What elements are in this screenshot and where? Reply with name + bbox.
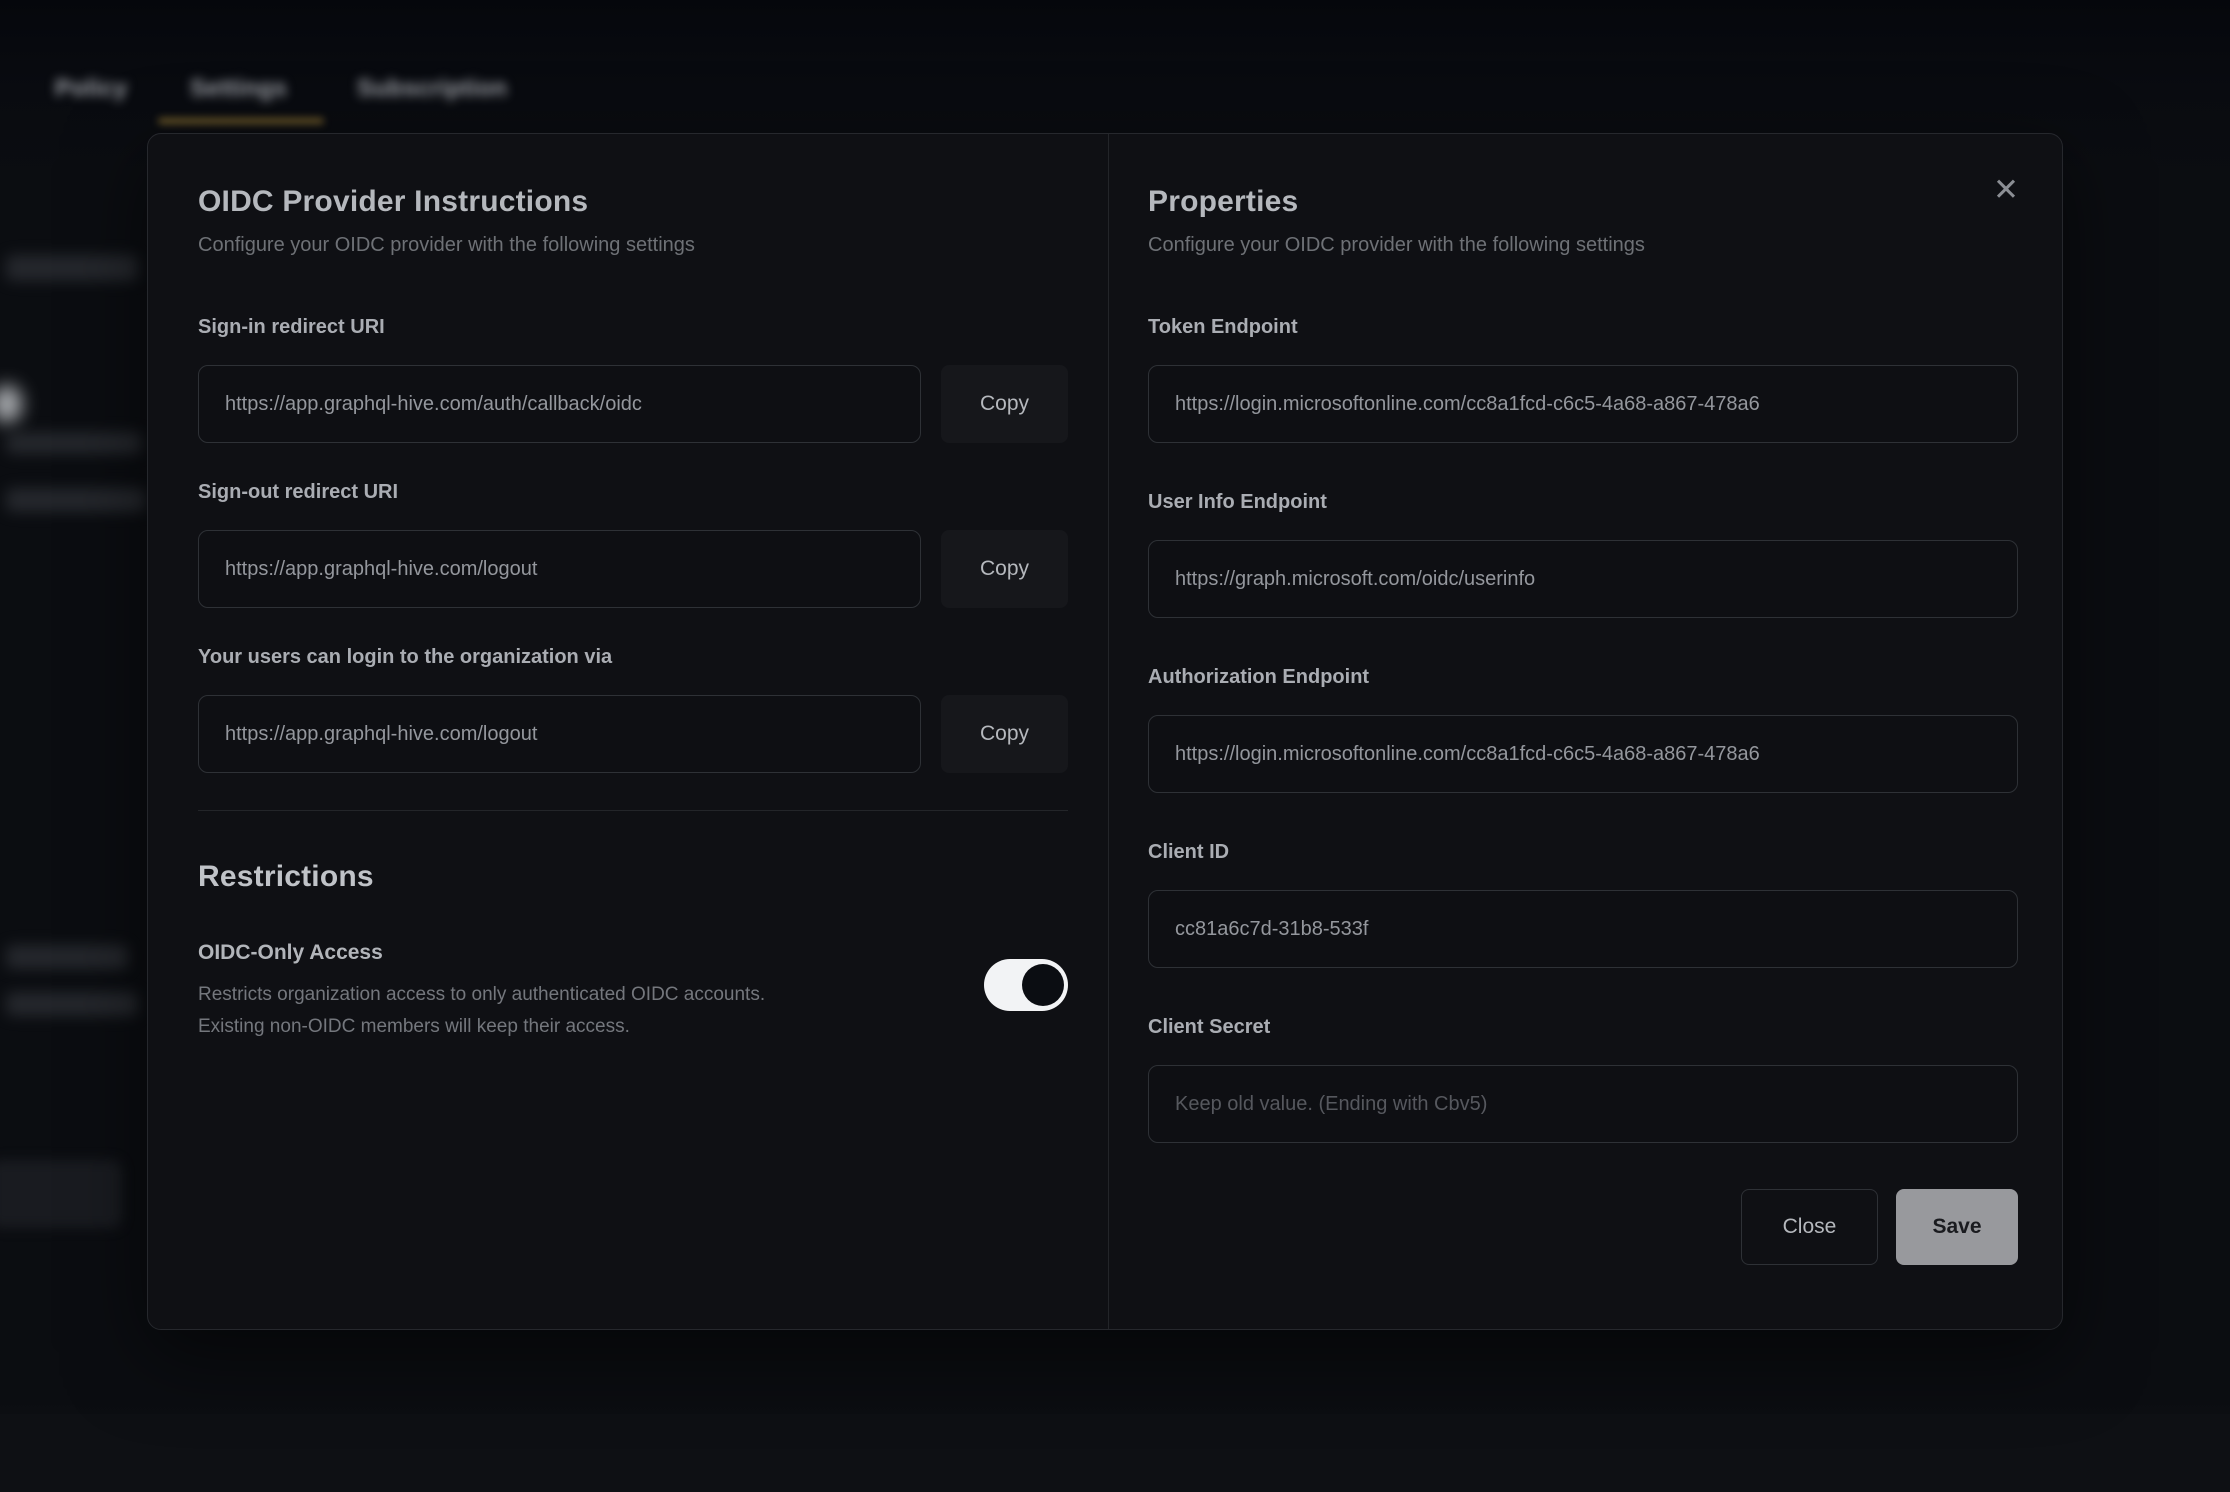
active-tab-underline bbox=[158, 118, 324, 124]
blurred-glow-dot bbox=[0, 385, 22, 423]
authorization-endpoint-input[interactable] bbox=[1148, 715, 2018, 793]
client-secret-input[interactable] bbox=[1148, 1065, 2018, 1143]
token-endpoint-label: Token Endpoint bbox=[1148, 315, 2018, 339]
sign-in-redirect-uri-label: Sign-in redirect URI bbox=[198, 315, 1068, 339]
toggle-thumb bbox=[1022, 964, 1064, 1006]
token-endpoint-input[interactable] bbox=[1148, 365, 2018, 443]
bottom-band bbox=[0, 1414, 2230, 1492]
background-tab-bar: Policy Settings Subscription bbox=[0, 0, 2230, 133]
modal-footer-buttons: Close Save bbox=[1148, 1189, 2018, 1265]
blurred-text-placeholder bbox=[6, 255, 138, 281]
copy-button[interactable]: Copy bbox=[941, 365, 1068, 443]
pane-subtitle: Configure your OIDC provider with the fo… bbox=[1148, 232, 2018, 259]
copy-button[interactable]: Copy bbox=[941, 530, 1068, 608]
blurred-background-button bbox=[0, 1160, 122, 1228]
client-id-label: Client ID bbox=[1148, 840, 2018, 864]
blurred-text-placeholder bbox=[6, 992, 138, 1016]
page-background: Policy Settings Subscription ✕ OIDC Prov… bbox=[0, 0, 2230, 1492]
sign-in-redirect-uri-input[interactable] bbox=[198, 365, 921, 443]
oidc-settings-modal: ✕ OIDC Provider Instructions Configure y… bbox=[147, 133, 2063, 1330]
user-info-endpoint-input[interactable] bbox=[1148, 540, 2018, 618]
blurred-text-placeholder bbox=[6, 488, 146, 512]
save-button[interactable]: Save bbox=[1896, 1189, 2018, 1265]
tab-subscription[interactable]: Subscription bbox=[357, 75, 507, 103]
organization-login-uri-label: Your users can login to the organization… bbox=[198, 645, 1068, 669]
close-button[interactable]: Close bbox=[1741, 1189, 1878, 1265]
properties-pane: Properties Configure your OIDC provider … bbox=[1148, 184, 2018, 1265]
pane-subtitle: Configure your OIDC provider with the fo… bbox=[198, 232, 1068, 259]
oidc-only-access-label: OIDC-Only Access bbox=[198, 941, 938, 965]
oidc-only-access-toggle[interactable] bbox=[984, 959, 1068, 1011]
blurred-text-placeholder bbox=[6, 945, 128, 969]
client-secret-label: Client Secret bbox=[1148, 1015, 2018, 1039]
sign-out-redirect-uri-input[interactable] bbox=[198, 530, 921, 608]
sign-out-redirect-uri-label: Sign-out redirect URI bbox=[198, 480, 1068, 504]
organization-login-uri-row: Copy bbox=[198, 695, 1068, 773]
organization-login-uri-input[interactable] bbox=[198, 695, 921, 773]
oidc-only-access-info: OIDC-Only Access Restricts organization … bbox=[198, 941, 938, 1043]
properties-title: Properties bbox=[1148, 184, 2018, 220]
copy-button[interactable]: Copy bbox=[941, 695, 1068, 773]
client-id-input[interactable] bbox=[1148, 890, 2018, 968]
oidc-only-access-description: Restricts organization access to only au… bbox=[198, 979, 938, 1043]
tab-policy[interactable]: Policy bbox=[55, 75, 128, 103]
sign-out-redirect-uri-row: Copy bbox=[198, 530, 1068, 608]
page-title: OIDC Provider Instructions bbox=[198, 184, 1068, 220]
restrictions-title: Restrictions bbox=[198, 859, 1068, 895]
modal-column-divider bbox=[1108, 134, 1109, 1329]
user-info-endpoint-label: User Info Endpoint bbox=[1148, 490, 2018, 514]
authorization-endpoint-label: Authorization Endpoint bbox=[1148, 665, 2018, 689]
oidc-instructions-pane: OIDC Provider Instructions Configure you… bbox=[198, 184, 1068, 1043]
oidc-only-access-row: OIDC-Only Access Restricts organization … bbox=[198, 941, 1068, 1043]
tab-settings[interactable]: Settings bbox=[190, 75, 287, 103]
section-divider bbox=[198, 810, 1068, 811]
sign-in-redirect-uri-row: Copy bbox=[198, 365, 1068, 443]
blurred-text-placeholder bbox=[6, 432, 142, 454]
